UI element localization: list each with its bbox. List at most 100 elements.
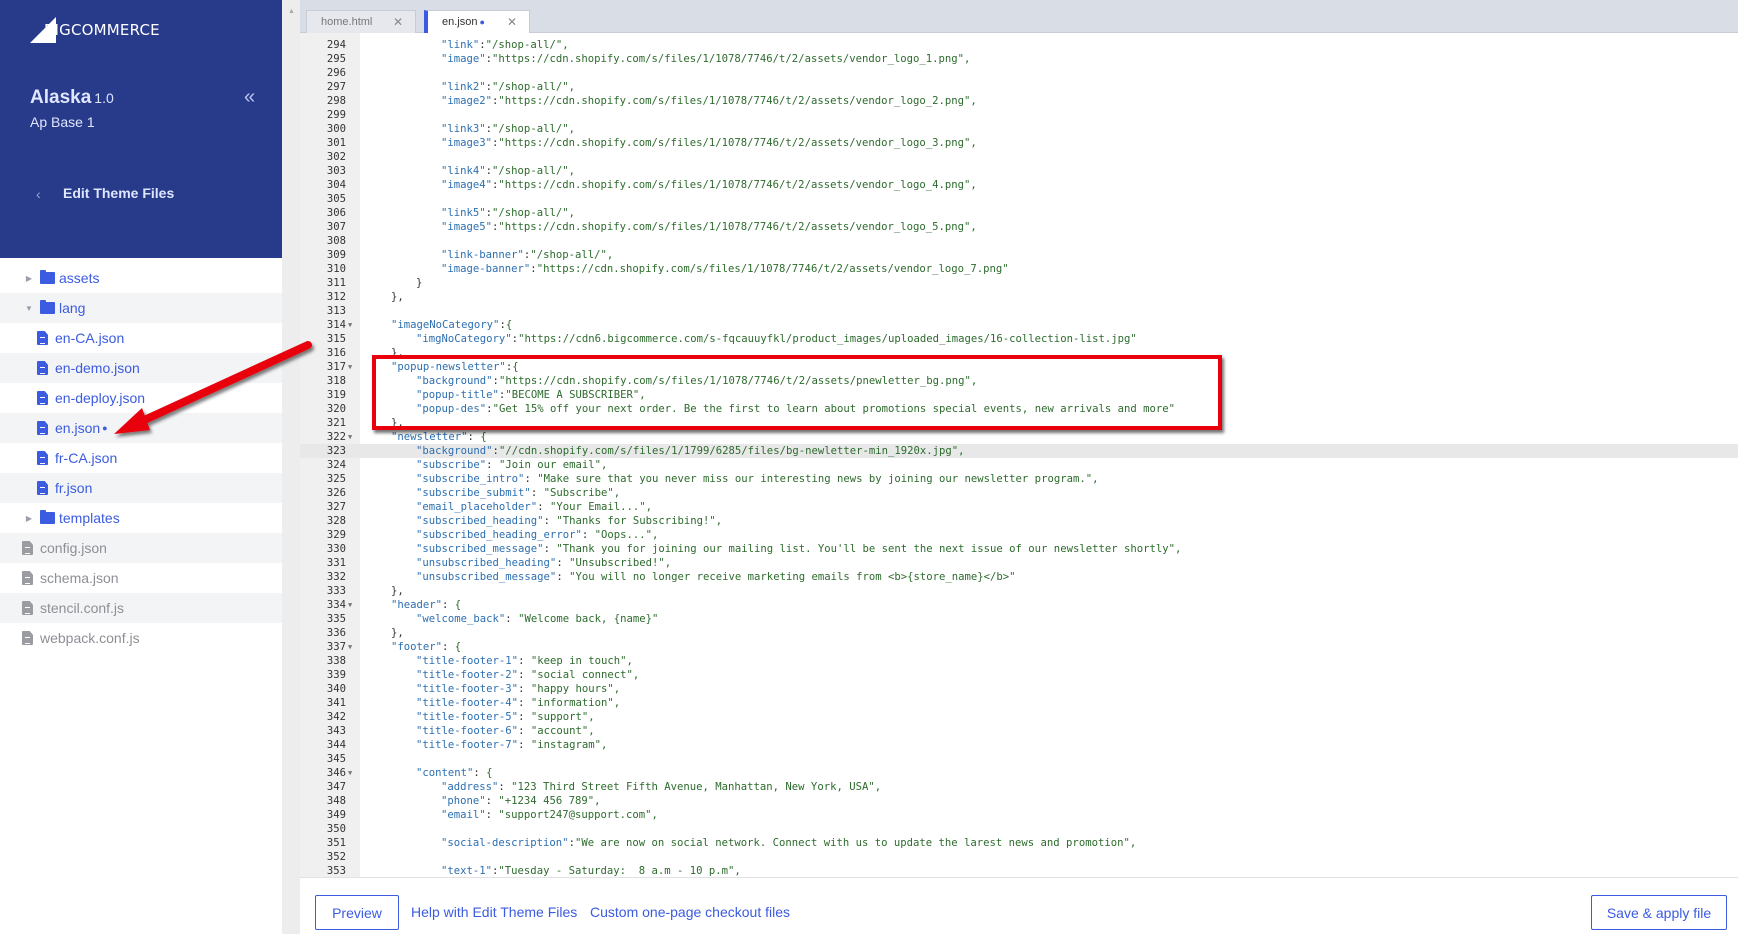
json-value: "123 Third Street Fifth Avenue, Manhatta… [511,781,882,793]
code-line: 332 "unsubscribed_message": "You will no … [300,570,1738,584]
fold-toggle-icon[interactable]: ▼ [348,640,352,654]
json-punct: : [485,809,499,821]
code-line: 320 "popup-des":"Get 15% off your next or… [300,402,1738,416]
preview-button[interactable]: Preview [315,895,399,930]
tree-item[interactable]: stencil.conf.js [0,593,282,623]
tab-label: en.json [442,16,478,28]
tree-item[interactable]: ▼ lang [0,293,282,323]
caret-down-icon[interactable]: ▼ [24,304,34,313]
json-punct: : [442,641,455,653]
json-key: "subscribe_submit" [416,487,531,499]
checkout-files-link[interactable]: Custom one-page checkout files [590,904,790,920]
editor-footer: Preview Help with Edit Theme Files Custo… [300,877,1738,934]
line-number: 353 [326,865,346,877]
file-icon [37,451,48,465]
tree-item[interactable]: schema.json [0,563,282,593]
tree-item[interactable]: fr.json [0,473,282,503]
tree-item[interactable]: en-demo.json [0,353,282,383]
code-text: "subscribed_heading": "Thanks for Subscr… [416,514,722,528]
tree-item-label: lang [59,300,86,316]
code-line: 306 "link5":"/shop-all/", [300,206,1738,220]
code-line: 319 "popup-title":"BECOME A SUBSCRIBER", [300,388,1738,402]
close-tab-icon[interactable]: ✕ [507,15,517,29]
code-line: 311} [300,276,1738,290]
json-value: "Thank you for joining our mailing list.… [556,543,1182,555]
code-text: "imgNoCategory":"https://cdn6.bigcommerc… [416,332,1137,346]
json-value: "/shop-all/", [492,165,575,177]
json-key: "title-footer-1" [416,655,519,667]
logo-text: BIGCOMMERCE [44,21,160,39]
line-number: 306 [326,207,346,219]
json-value: "Tuesday - Saturday: 8 a.m - 10 p.m", [498,865,741,877]
scroll-up-icon[interactable]: ▲ [288,8,295,15]
modified-dot-icon: ● [479,17,485,27]
fold-toggle-icon[interactable]: ▼ [348,430,352,444]
tree-item[interactable]: ▶ assets [0,263,282,293]
tree-item[interactable]: ▶ templates [0,503,282,533]
back-chevron-icon[interactable]: ‹ [36,186,41,202]
file-icon [37,361,48,375]
fold-toggle-icon[interactable]: ▼ [348,598,352,612]
code-line: 337 ▼ "footer": { [300,640,1738,654]
code-line: 315 "imgNoCategory":"https://cdn6.bigcomm… [300,332,1738,346]
tree-item[interactable]: en.json ● [0,413,282,443]
json-key: "popup-newsletter" [391,361,506,373]
code-line: 299 [300,108,1738,122]
caret-right-icon[interactable]: ▶ [24,274,34,283]
line-number: 333 [326,585,346,597]
code-editor[interactable]: 294 "link":"/shop-all/", 295 "image":"https… [300,33,1738,877]
code-line: 328 "subscribed_heading": "Thanks for Sub… [300,514,1738,528]
json-key: "newsletter" [391,431,468,443]
tree-item[interactable]: config.json [0,533,282,563]
close-tab-icon[interactable]: ✕ [393,15,403,29]
fold-toggle-icon[interactable]: ▼ [348,360,352,374]
code-text: "popup-title":"BECOME A SUBSCRIBER", [416,388,646,402]
code-line: 322 ▼ "newsletter": { [300,430,1738,444]
code-text: "subscribed_message": "Thank you for joi… [416,542,1181,556]
line-number: 339 [326,669,346,681]
help-link[interactable]: Help with Edit Theme Files [411,904,577,920]
code-text: "link2":"/shop-all/", [441,80,575,94]
json-value: "keep in touch", [530,655,633,667]
collapse-sidebar-icon[interactable]: « [244,86,255,109]
json-value: "https://cdn.shopify.com/s/files/1/1078/… [536,263,1009,275]
tree-item[interactable]: en-CA.json [0,323,282,353]
code-line: 305 [300,192,1738,206]
line-number: 324 [326,459,346,471]
sidebar-header: BIGCOMMERCE Alaska 1.0 Ap Base 1 « ‹ Edit… [0,0,282,258]
code-line: 349 "email": "support247@support.com", [300,808,1738,822]
file-icon [37,481,48,495]
fold-toggle-icon[interactable]: ▼ [348,318,352,332]
tree-item-label: en-deploy.json [55,390,146,406]
code-line: 317 ▼ "popup-newsletter":{ [300,360,1738,374]
tree-item-label: assets [59,270,100,286]
file-icon [22,541,33,555]
folder-icon [40,300,55,314]
json-value: "/shop-all/", [485,39,569,51]
caret-right-icon[interactable]: ▶ [24,514,34,523]
tab-home-html[interactable]: home.html ✕ [306,10,416,33]
sidebar-divider [282,0,300,934]
tree-item-label: stencil.conf.js [40,600,125,616]
line-number: 297 [326,81,346,93]
fold-toggle-icon[interactable]: ▼ [348,766,352,780]
tree-item[interactable]: en-deploy.json [0,383,282,413]
save-apply-button[interactable]: Save & apply file [1591,895,1727,930]
json-key: "email" [441,809,486,821]
tree-item[interactable]: fr-CA.json [0,443,282,473]
tree-item[interactable]: webpack.conf.js [0,623,282,653]
json-key: "subscribe" [416,459,487,471]
code-line: 325 "subscribe_intro": "Make sure that yo… [300,472,1738,486]
line-number: 352 [326,851,346,863]
json-key: "imageNoCategory" [391,319,500,331]
line-number: 344 [326,739,346,751]
code-text: "unsubscribed_heading": "Unsubscribed!", [416,556,671,570]
code-line: 297 "link2":"/shop-all/", [300,80,1738,94]
tab-en-json[interactable]: en.json ● ✕ [424,10,530,33]
json-key: "title-footer-5" [416,711,519,723]
code-line: 352 [300,850,1738,864]
line-number: 317 [326,361,346,373]
code-text: "address": "123 Third Street Fifth Avenu… [441,780,881,794]
json-punct: : [467,431,481,443]
line-number: 351 [326,837,346,849]
